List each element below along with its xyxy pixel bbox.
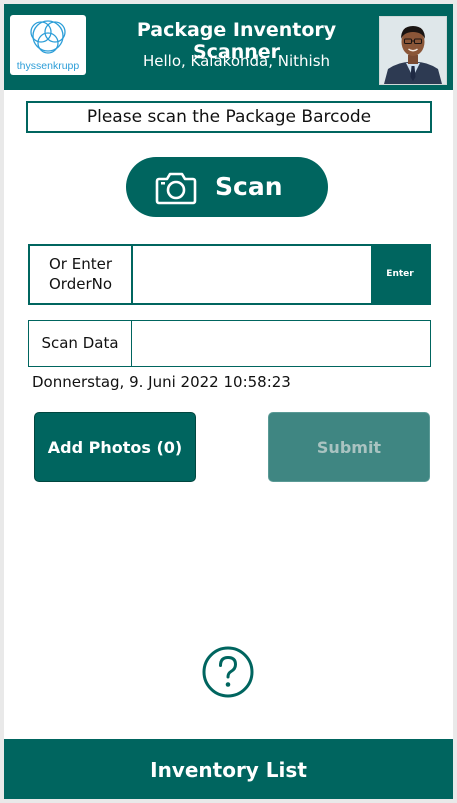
logo-wordmark: thyssenkrupp (16, 60, 80, 72)
scan-button[interactable]: Scan (126, 157, 328, 217)
order-label-line1: Or Enter (48, 255, 112, 273)
user-avatar[interactable] (379, 16, 447, 85)
inventory-list-button[interactable]: Inventory List (4, 739, 453, 799)
camera-icon (155, 171, 197, 209)
scan-data-row: Scan Data (28, 320, 431, 367)
scan-instruction: Please scan the Package Barcode (26, 101, 432, 133)
scan-button-label: Scan (215, 172, 283, 201)
user-photo (380, 17, 446, 84)
order-label-line2: OrderNo (48, 275, 113, 293)
help-button[interactable] (202, 646, 254, 698)
submit-button[interactable]: Submit (268, 412, 430, 482)
header-bar: thyssenkrupp Package Inventory Scanner H… (4, 4, 453, 90)
order-entry-row: Or Enter OrderNo Enter (28, 244, 431, 305)
add-photos-button[interactable]: Add Photos (0) (34, 412, 196, 482)
question-circle-icon (202, 646, 254, 698)
order-number-label: Or Enter OrderNo (30, 246, 133, 303)
scan-data-label: Scan Data (29, 321, 132, 366)
logo-rings-icon (30, 20, 66, 54)
timestamp: Donnerstag, 9. Juni 2022 10:58:23 (32, 373, 291, 391)
scan-data-input[interactable] (133, 321, 430, 366)
company-logo: thyssenkrupp (10, 15, 86, 75)
order-number-input[interactable] (135, 246, 369, 303)
app-screen: thyssenkrupp Package Inventory Scanner H… (4, 4, 453, 799)
enter-button[interactable]: Enter (371, 246, 429, 303)
user-greeting: Hello, Kalakonda, Nithish (142, 52, 331, 70)
